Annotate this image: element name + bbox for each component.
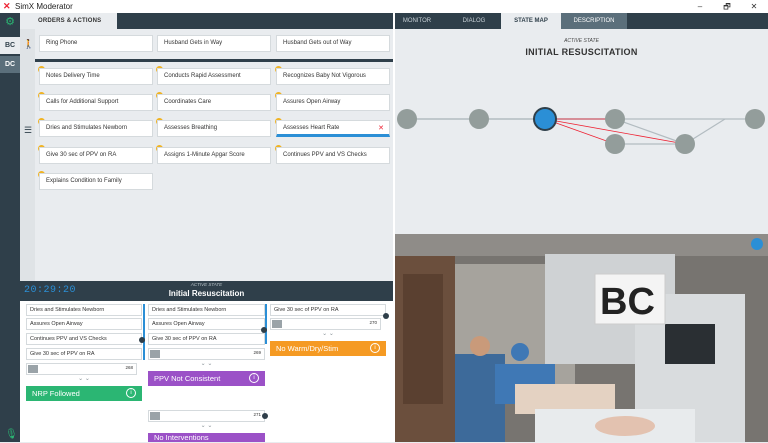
state-node — [745, 109, 765, 129]
outcome-label: PPV Not Consistent — [154, 374, 221, 383]
tracked-action: Dries and Stimulates Newborn — [26, 304, 142, 316]
tab-dc[interactable]: DC — [0, 56, 20, 73]
action-card[interactable]: Calls for Additional Support — [39, 94, 153, 111]
tab-monitor[interactable]: MONITOR — [393, 13, 441, 29]
state-map-panel: ACTIVE STATE INITIAL RESUSCITATION — [395, 29, 768, 234]
remove-icon[interactable]: ✕ — [378, 121, 384, 134]
room-scene: BC — [395, 234, 768, 442]
tracked-action: Give 30 sec of PPV on RA — [148, 333, 265, 345]
right-tabbar: MONITOR DIALOG STATE MAP DESCRIPTION — [393, 13, 768, 29]
bc-overlay-text: BC — [600, 281, 655, 323]
tracked-action: Assures Open Airway — [148, 318, 265, 330]
action-card[interactable]: Dries and Stimulates Newborn — [39, 120, 153, 137]
active-state-title: Initial Resuscitation — [168, 289, 245, 298]
outcome-no-interventions[interactable]: No Interventions — [148, 433, 265, 442]
state-node — [675, 134, 695, 154]
divider — [35, 59, 393, 62]
simulation-video-feed: BC — [395, 234, 768, 442]
outcome-label: No Interventions — [154, 433, 209, 442]
progress-slider[interactable]: 271 — [148, 410, 265, 422]
slider-knob[interactable] — [150, 412, 160, 420]
tab-bc[interactable]: BC — [0, 37, 20, 54]
progress-slider[interactable]: 268 — [26, 363, 137, 375]
tracked-action: Dries and Stimulates Newborn — [148, 304, 265, 316]
chevron-down-icon[interactable]: ⌄ ⌄ — [270, 330, 386, 338]
outcome-label: NRP Followed — [32, 389, 80, 398]
state-map-graph — [397, 107, 765, 154]
state-node — [397, 109, 417, 129]
tab-description[interactable]: DESCRIPTION — [561, 13, 627, 29]
action-card[interactable]: Conducts Rapid Assessment — [157, 68, 271, 85]
app-title: SimX Moderator — [15, 2, 73, 11]
restore-button[interactable]: 🗗 — [713, 0, 741, 13]
walking-person-icon: 🚶 — [23, 39, 35, 49]
track-node-icon — [261, 327, 267, 333]
tracked-action: Give 30 sec of PPV on RA — [26, 348, 142, 360]
chevron-down-icon[interactable]: ⌄ ⌄ — [26, 375, 142, 383]
track-node-icon — [262, 413, 268, 419]
checklist-icon: ☰ — [23, 125, 33, 135]
action-card[interactable]: Assures Open Airway — [276, 94, 390, 111]
action-category-column: 🚶 ☰ — [20, 29, 35, 281]
orders-header: ORDERS & ACTIONS — [20, 13, 117, 29]
state-node-active — [533, 107, 557, 131]
info-icon[interactable]: i — [126, 388, 136, 398]
microphone-icon[interactable]: 🎙 — [5, 429, 18, 440]
minimize-button[interactable]: – — [686, 0, 714, 13]
action-card[interactable]: Explains Condition to Family — [39, 173, 153, 190]
tracked-action: Assures Open Airway — [26, 318, 142, 330]
action-card[interactable]: Husband Gets out of Way — [276, 35, 390, 52]
slider-value: 268 — [125, 365, 133, 370]
action-card-selected[interactable]: Assesses Heart Rate ✕ — [276, 120, 390, 137]
state-tracking-panel: Dries and Stimulates Newborn Assures Ope… — [20, 301, 393, 442]
progress-slider[interactable]: 269 — [148, 348, 265, 360]
outcome-no-warm-dry-stim[interactable]: No Warm/Dry/Stim i — [270, 341, 386, 356]
left-sidebar: ⚙ BC DC 🎙 — [0, 13, 20, 442]
slider-value: 271 — [253, 412, 261, 417]
action-card-label: Assesses Heart Rate — [283, 125, 340, 131]
progress-slider[interactable]: 270 — [270, 318, 381, 330]
close-button[interactable]: ✕ — [740, 0, 768, 13]
track-connector — [265, 304, 267, 344]
track-node-icon — [383, 313, 389, 319]
track-node-icon — [139, 337, 145, 343]
action-card[interactable]: Recognizes Baby Not Vigorous — [276, 68, 390, 85]
action-card[interactable]: Notes Delivery Time — [39, 68, 153, 85]
gear-icon[interactable]: ⚙ — [4, 16, 16, 28]
timer-header: 20:29:20 ACTIVE STATE Initial Resuscitat… — [20, 281, 393, 301]
title-bar: ✕ SimX Moderator — [0, 0, 768, 13]
slider-knob[interactable] — [28, 365, 38, 373]
action-card[interactable]: Assesses Breathing — [157, 120, 271, 137]
slider-value: 270 — [369, 320, 377, 325]
info-icon[interactable]: i — [249, 373, 259, 383]
active-state-label: ACTIVE STATE — [190, 282, 223, 287]
state-node — [605, 109, 625, 129]
state-node — [605, 134, 625, 154]
state-node — [469, 109, 489, 129]
tab-state-map[interactable]: STATE MAP — [501, 13, 561, 29]
tracked-action: Give 30 sec of PPV on RA — [270, 304, 386, 316]
action-card[interactable]: Husband Gets in Way — [157, 35, 271, 52]
tab-dialog[interactable]: DIALOG — [441, 13, 507, 29]
action-card[interactable]: Assigns 1-Minute Apgar Score — [157, 147, 271, 164]
tracked-action: Continues PPV and VS Checks — [26, 333, 142, 345]
track-connector — [143, 304, 145, 360]
outcome-nrp-followed[interactable]: NRP Followed i — [26, 386, 142, 401]
info-icon[interactable]: i — [370, 343, 380, 353]
orders-header-strip — [117, 13, 393, 29]
action-card[interactable]: Give 30 sec of PPV on RA — [39, 147, 153, 164]
slider-knob[interactable] — [150, 350, 160, 358]
slider-knob[interactable] — [272, 320, 282, 328]
action-card[interactable]: Continues PPV and VS Checks — [276, 147, 390, 164]
slider-value: 269 — [253, 350, 261, 355]
chevron-down-icon[interactable]: ⌄ ⌄ — [148, 422, 265, 430]
action-card[interactable]: Coordinates Care — [157, 94, 271, 111]
outcome-ppv-not-consistent[interactable]: PPV Not Consistent i — [148, 371, 265, 386]
action-card[interactable]: Ring Phone — [39, 35, 153, 52]
chevron-down-icon[interactable]: ⌄ ⌄ — [148, 360, 265, 368]
app-logo-icon: ✕ — [3, 1, 11, 11]
outcome-label: No Warm/Dry/Stim — [276, 344, 339, 353]
